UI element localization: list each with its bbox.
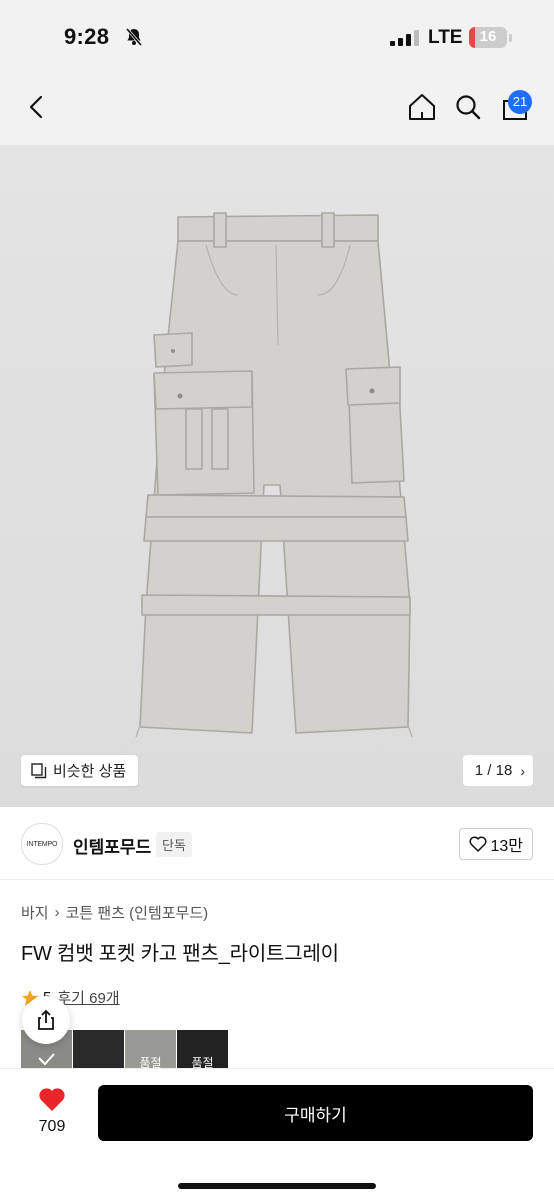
- status-time: 9:28: [64, 24, 110, 49]
- purchase-bar: 709 구매하기: [0, 1068, 554, 1201]
- brand-logo[interactable]: INTEMPO: [21, 823, 63, 865]
- network-type: LTE: [428, 27, 463, 48]
- brand-like-count: 13만: [490, 838, 523, 855]
- cart-count-badge: 21: [508, 90, 532, 114]
- back-button[interactable]: [20, 90, 54, 124]
- wishlist-count: 709: [38, 1118, 66, 1135]
- battery-tip: [509, 34, 512, 42]
- share-button[interactable]: [22, 996, 70, 1044]
- product-image[interactable]: [0, 145, 554, 807]
- silent-bell-icon: [125, 28, 143, 46]
- color-swatch[interactable]: 품절: [125, 1030, 177, 1068]
- heart-filled-icon: [39, 1088, 65, 1111]
- breadcrumb-item[interactable]: 코튼 팬츠 (인템포무드): [66, 902, 209, 923]
- similar-products-button[interactable]: 비슷한 상품: [21, 755, 139, 786]
- exclusive-badge: 단독: [156, 832, 192, 857]
- status-bar: 9:28 LTE 16: [0, 0, 554, 70]
- product-title: FW 컴뱃 포켓 카고 팬츠_라이트그레이: [21, 943, 339, 965]
- buy-button[interactable]: 구매하기: [98, 1085, 533, 1141]
- brand-name[interactable]: 인템포무드: [73, 833, 151, 858]
- breadcrumb: 바지 › 코튼 팬츠 (인템포무드): [21, 902, 208, 923]
- color-swatch[interactable]: [73, 1030, 125, 1068]
- image-pager-count: 1 / 18: [474, 762, 513, 779]
- chevron-left-icon: [29, 95, 43, 119]
- battery-icon: 16: [469, 27, 507, 48]
- search-button[interactable]: [451, 90, 485, 124]
- review-count-link[interactable]: 후기 69개: [57, 987, 119, 1008]
- signal-icon: [390, 30, 419, 46]
- breadcrumb-item[interactable]: 바지: [21, 902, 49, 923]
- home-indicator: [178, 1183, 376, 1189]
- top-nav: [0, 70, 554, 145]
- color-swatch[interactable]: 품절: [177, 1030, 229, 1068]
- image-pager[interactable]: 1 / 18 ›: [462, 755, 533, 786]
- home-button[interactable]: [405, 90, 439, 124]
- brand-logo-text: INTEMPO: [26, 840, 58, 848]
- similar-items-icon: [31, 762, 47, 778]
- home-icon: [409, 94, 435, 120]
- brand-like-button[interactable]: 13만: [459, 828, 533, 860]
- sold-out-label: 품절: [191, 1056, 214, 1068]
- heart-outline-icon: [469, 836, 487, 852]
- search-icon: [456, 95, 481, 120]
- similar-products-label: 비슷한 상품: [53, 763, 127, 780]
- wishlist-button[interactable]: [38, 1087, 66, 1117]
- sold-out-label: 품절: [139, 1056, 162, 1068]
- share-icon: [38, 1009, 54, 1030]
- cargo-pants-image: [135, 212, 413, 738]
- chevron-right-icon: ›: [520, 762, 525, 779]
- breadcrumb-separator-icon: ›: [54, 904, 60, 921]
- brand-row: INTEMPO 인템포무드 단독 13만: [0, 807, 554, 880]
- battery-percent: 16: [479, 28, 497, 45]
